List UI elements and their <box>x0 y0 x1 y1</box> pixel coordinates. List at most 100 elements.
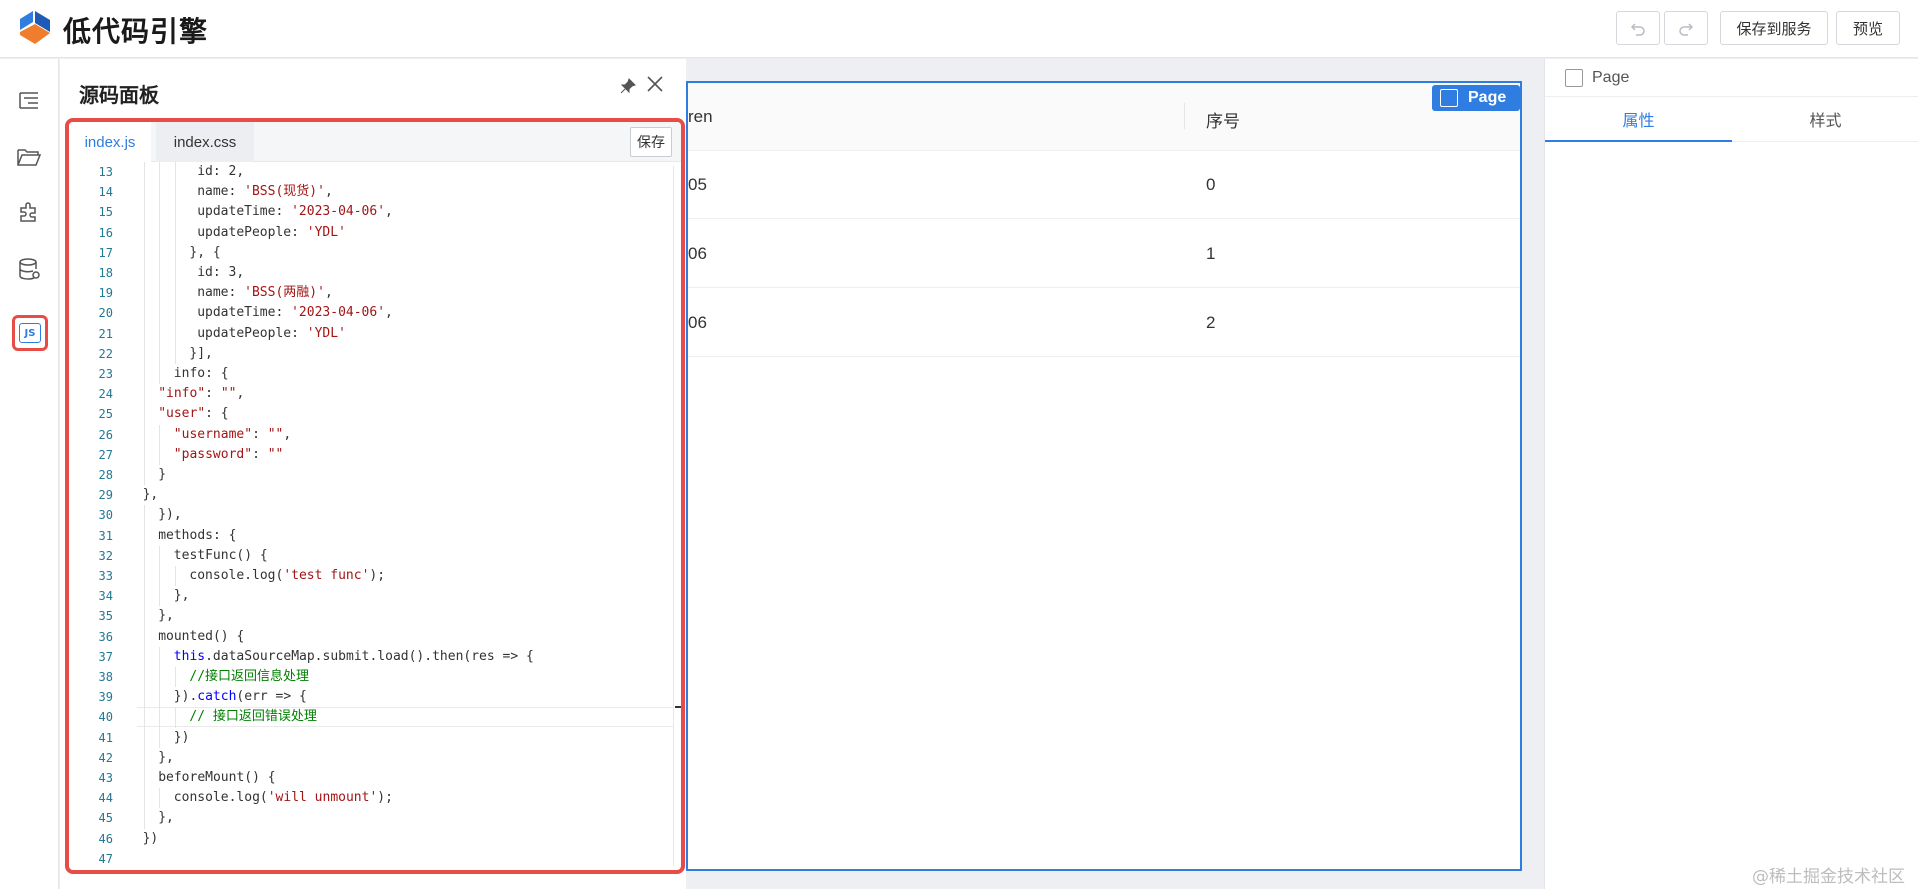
redo-button[interactable] <box>1664 11 1708 45</box>
code-line: beforeMount() { <box>158 770 276 785</box>
line-number: 45 <box>98 811 113 826</box>
code-line: updateTime: '2023-04-06', <box>197 305 393 321</box>
page-icon <box>1440 89 1458 107</box>
folder-button[interactable] <box>14 142 44 172</box>
line-number: 20 <box>98 306 113 321</box>
pin-icon[interactable] <box>619 77 637 95</box>
table-row[interactable]: 05 0 <box>688 151 1520 219</box>
line-number: 26 <box>98 427 113 442</box>
code-area[interactable]: 13 id: 2, 14 name: 'BSS(现货)', 15 updateTime: … <box>69 162 681 870</box>
indent-guide <box>159 283 161 304</box>
line-number: 29 <box>98 488 113 503</box>
code-line: name: 'BSS(现货)', <box>197 184 333 200</box>
code-line: console.log('will unmount'); <box>173 790 393 806</box>
page-icon <box>1565 69 1583 87</box>
indent-guide <box>143 202 145 223</box>
line-number: 35 <box>98 609 113 624</box>
table-cell: 0 <box>1206 175 1216 194</box>
line-number: 28 <box>98 468 113 482</box>
indent-guide <box>159 263 161 284</box>
indent-guide <box>143 808 145 829</box>
tab-styles[interactable]: 样式 <box>1732 97 1918 142</box>
watermark: @稀土掘金技术社区 <box>1752 867 1905 887</box>
tab-index-js[interactable]: index.js <box>69 122 151 162</box>
code-line: "password": "" <box>173 446 284 462</box>
indent-guide <box>159 788 161 809</box>
table-row[interactable]: 06 1 <box>688 220 1520 288</box>
line-number: 16 <box>98 225 113 240</box>
indent-guide <box>174 343 176 364</box>
indent-guide <box>143 747 145 768</box>
settings-panel: Page 属性 样式 <box>1544 59 1918 889</box>
code-line: }) <box>173 729 190 745</box>
line-number: 41 <box>98 730 113 745</box>
tab-index-css[interactable]: index.css <box>156 122 254 162</box>
indent-guide <box>159 162 161 183</box>
indent-guide <box>159 343 161 364</box>
source-code-button[interactable]: JS <box>12 315 48 351</box>
indent-guide <box>174 707 176 728</box>
indent-guide <box>143 303 145 324</box>
indent-guide <box>143 283 145 304</box>
tab-properties[interactable]: 属性 <box>1545 97 1732 142</box>
code-line: testFunc() { <box>173 547 268 563</box>
indent-guide <box>159 586 161 607</box>
js-code-icon: JS <box>19 323 41 343</box>
close-icon[interactable] <box>646 75 664 93</box>
indent-guide <box>143 343 145 364</box>
code-line: id: 3, <box>197 265 245 280</box>
indent-guide <box>143 566 145 587</box>
line-number: 18 <box>98 266 113 280</box>
scroll-marker <box>675 706 681 708</box>
editor-scrollbar[interactable] <box>673 166 674 866</box>
indent-guide <box>143 788 145 809</box>
logo-icon <box>20 11 50 44</box>
indent-guide <box>143 687 145 708</box>
indent-guide <box>143 667 145 688</box>
indent-guide <box>174 182 176 203</box>
page-tag-label: Page <box>1468 89 1507 106</box>
indent-guide <box>174 566 176 587</box>
table-row[interactable]: 06 2 <box>688 289 1520 357</box>
line-number: 27 <box>98 447 113 462</box>
line-number: 32 <box>98 548 113 563</box>
column-header-index: 序号 <box>1206 112 1240 131</box>
line-number: 43 <box>98 771 113 785</box>
code-line: "info": "", <box>158 386 245 402</box>
indent-guide <box>159 646 161 667</box>
line-number: 21 <box>98 326 113 341</box>
folder-icon <box>17 149 42 166</box>
code-line: //接口返回信息处理 <box>189 669 310 684</box>
undo-button[interactable] <box>1616 11 1660 45</box>
components-button[interactable] <box>14 197 44 227</box>
indent-guide <box>159 687 161 708</box>
line-number: 31 <box>98 528 113 543</box>
code-line: updatePeople: 'YDL' <box>197 325 346 341</box>
column-header-name: ren <box>688 107 713 126</box>
indent-guide <box>143 162 145 183</box>
indent-guide <box>159 303 161 324</box>
datasource-button[interactable] <box>14 254 44 284</box>
indent-guide <box>159 667 161 688</box>
indent-guide <box>143 323 145 344</box>
indent-guide <box>159 242 161 263</box>
save-to-service-button[interactable]: 保存到服务 <box>1720 11 1828 45</box>
indent-guide <box>143 384 145 405</box>
line-number: 23 <box>98 367 113 381</box>
preview-button[interactable]: 预览 <box>1836 11 1900 45</box>
indent-guide <box>143 707 145 728</box>
indent-guide <box>159 566 161 587</box>
indent-guide <box>143 263 145 284</box>
indent-guide <box>174 162 176 183</box>
outline-tree-button[interactable] <box>14 86 44 116</box>
line-number: 46 <box>98 831 113 846</box>
breadcrumb-page[interactable]: Page <box>1592 69 1629 87</box>
design-canvas[interactable]: ren 序号 05 0 06 1 06 2 Page <box>686 81 1522 871</box>
line-number: 37 <box>98 649 113 664</box>
code-line: }, <box>173 588 190 604</box>
save-code-button[interactable]: 保存 <box>630 127 672 157</box>
table-cell: 06 <box>688 313 707 332</box>
line-number: 30 <box>98 508 113 523</box>
page-selection-tag[interactable]: Page <box>1432 85 1520 111</box>
line-number: 14 <box>98 185 113 200</box>
